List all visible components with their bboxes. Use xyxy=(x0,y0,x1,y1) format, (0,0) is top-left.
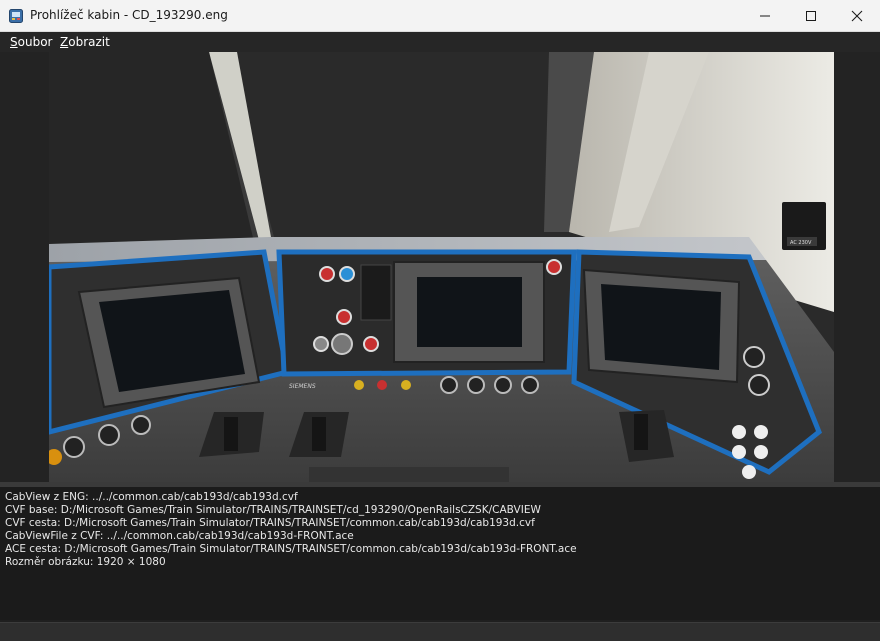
status-bar xyxy=(0,622,880,641)
info-line-cvf-base: CVF base: D:/Microsoft Games/Train Simul… xyxy=(5,504,541,516)
cab-image: AC 230V SIEMENS xyxy=(49,52,834,482)
maximize-icon xyxy=(806,10,816,21)
info-line-cabviewfile: CabViewFile z CVF: ../../common.cab/cab1… xyxy=(5,530,354,542)
menu-file[interactable]: Soubor xyxy=(10,35,52,49)
close-button[interactable] xyxy=(834,0,880,31)
close-icon xyxy=(851,10,863,21)
info-line-cvf-path: CVF cesta: D:/Microsoft Games/Train Simu… xyxy=(5,517,535,529)
cab-viewport[interactable]: AC 230V SIEMENS xyxy=(0,52,880,482)
info-line-cabview: CabView z ENG: ../../common.cab/cab193d/… xyxy=(5,491,298,503)
title-bar[interactable]: Prohlížeč kabin - CD_193290.eng xyxy=(0,0,880,32)
info-panel: CabView z ENG: ../../common.cab/cab193d/… xyxy=(0,487,880,620)
window-title: Prohlížeč kabin - CD_193290.eng xyxy=(30,8,228,22)
maximize-button[interactable] xyxy=(788,0,834,31)
minimize-button[interactable] xyxy=(742,0,788,31)
info-line-image-size: Rozměr obrázku: 1920 × 1080 xyxy=(5,556,166,568)
menu-bar: Soubor Zobrazit xyxy=(0,32,880,52)
app-window: Prohlížeč kabin - CD_193290.eng Soubor Z… xyxy=(0,0,880,641)
menu-file-mnemonic: S xyxy=(10,35,18,49)
app-icon xyxy=(9,9,23,23)
menu-view[interactable]: Zobrazit xyxy=(60,35,110,49)
brand-label: SIEMENS xyxy=(289,383,316,390)
menu-view-mnemonic: Z xyxy=(60,35,69,49)
minimize-icon xyxy=(760,15,770,16)
socket-label: AC 230V xyxy=(790,240,812,246)
menu-view-label: obrazit xyxy=(68,35,110,49)
menu-file-label: oubor xyxy=(17,35,53,49)
info-line-ace-path: ACE cesta: D:/Microsoft Games/Train Simu… xyxy=(5,543,577,555)
